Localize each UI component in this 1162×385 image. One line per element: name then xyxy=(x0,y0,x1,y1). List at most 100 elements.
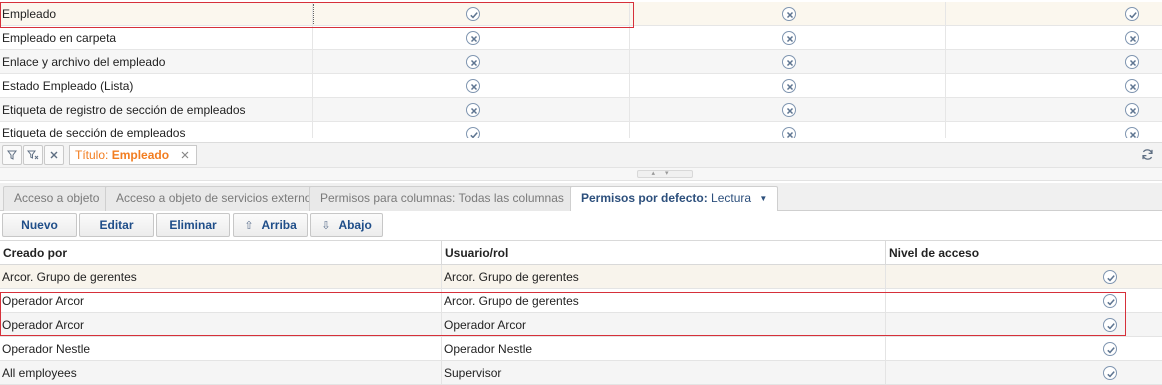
tab-value: Todas las columnas xyxy=(458,191,564,205)
edit-button[interactable]: Editar xyxy=(79,213,154,237)
clear-filter-button[interactable] xyxy=(23,145,43,165)
perm-cell-2[interactable] xyxy=(630,2,946,26)
object-name: Etiqueta de sección de empleados xyxy=(0,122,313,138)
check-icon xyxy=(466,127,480,138)
grid-row[interactable]: Etiqueta de sección de empleados xyxy=(0,122,1162,138)
check-icon xyxy=(466,7,480,21)
perm-cell-3[interactable] xyxy=(946,50,1162,74)
column-header-access-level[interactable]: Nivel de acceso xyxy=(886,241,1162,265)
grid-row[interactable]: Etiqueta de registro de sección de emple… xyxy=(0,98,1162,122)
perm-cell-2[interactable] xyxy=(630,122,946,138)
object-name: Estado Empleado (Lista) xyxy=(0,74,313,98)
filter-bar: Título: Empleado xyxy=(0,142,1162,168)
move-up-label: Arriba xyxy=(261,218,297,232)
object-name: Empleado xyxy=(0,2,313,26)
created-by-cell: Operador Nestle xyxy=(0,337,442,361)
perm-cell-2[interactable] xyxy=(630,50,946,74)
perm-cell-3[interactable] xyxy=(946,74,1162,98)
table-row[interactable]: Operador Arcor Arcor. Grupo de gerentes xyxy=(0,289,1162,313)
cross-icon xyxy=(782,103,796,117)
cross-icon xyxy=(782,127,796,138)
user-role-cell: Arcor. Grupo de gerentes xyxy=(442,289,886,313)
splitter-grip[interactable]: ▴▾ xyxy=(637,170,693,178)
perm-cell-2[interactable] xyxy=(630,98,946,122)
check-icon xyxy=(1103,318,1117,332)
table-row[interactable]: Arcor. Grupo de gerentes Arcor. Grupo de… xyxy=(0,265,1162,289)
funnel-icon xyxy=(7,150,17,160)
tab-column-permissions[interactable]: Permisos para columnas: Todas las column… xyxy=(309,186,592,211)
user-role-cell: Operador Arcor xyxy=(442,313,886,337)
created-by-cell: Operador Arcor xyxy=(0,313,442,337)
cross-icon xyxy=(466,103,480,117)
perm-cell-2[interactable] xyxy=(630,26,946,50)
cross-icon xyxy=(1125,31,1139,45)
tab-label: Permisos por defecto: xyxy=(581,191,708,205)
cross-icon xyxy=(466,79,480,93)
tab-strip: Acceso a objeto Acceso a objeto de servi… xyxy=(0,183,1162,212)
object-name: Etiqueta de registro de sección de emple… xyxy=(0,98,313,122)
refresh-icon[interactable] xyxy=(1140,148,1154,162)
perm-cell-3[interactable] xyxy=(946,2,1162,26)
cross-icon xyxy=(782,31,796,45)
created-by-cell: Arcor. Grupo de gerentes xyxy=(0,265,442,289)
funnel-clear-icon xyxy=(26,150,39,160)
check-icon xyxy=(1103,366,1117,380)
move-down-label: Abajo xyxy=(338,218,372,232)
check-icon xyxy=(1125,7,1139,21)
panel-splitter[interactable]: ▴▾ xyxy=(0,168,1162,181)
table-row[interactable]: Operador Arcor Operador Arcor xyxy=(0,313,1162,337)
tab-label: Acceso a objeto xyxy=(14,191,100,205)
perm-cell-1[interactable] xyxy=(314,122,630,138)
new-button[interactable]: Nuevo xyxy=(2,213,77,237)
grid-row-empleado[interactable]: Empleado xyxy=(0,2,1162,26)
toolbar: Nuevo Editar Eliminar ⇧ Arriba ⇩ Abajo xyxy=(0,211,1162,239)
user-role-cell: Supervisor xyxy=(442,361,886,385)
close-filter-button[interactable] xyxy=(44,145,64,165)
perm-cell-3[interactable] xyxy=(946,98,1162,122)
check-icon xyxy=(1103,294,1117,308)
perm-cell-1[interactable] xyxy=(314,2,630,26)
move-up-button[interactable]: ⇧ Arriba xyxy=(233,213,308,237)
check-icon xyxy=(1103,270,1117,284)
cross-icon xyxy=(1125,103,1139,117)
active-filter-chip[interactable]: Título: Empleado xyxy=(69,145,198,165)
remove-filter-icon[interactable] xyxy=(178,146,192,164)
table-row[interactable]: All employees Supervisor xyxy=(0,361,1162,385)
tab-label: Acceso a objeto de servicios externos xyxy=(116,191,318,205)
perm-cell-2[interactable] xyxy=(630,74,946,98)
grid-header: Creado por Usuario/rol Nivel de acceso xyxy=(0,240,1162,265)
grid-row[interactable]: Enlace y archivo del empleado xyxy=(0,50,1162,74)
tab-external-services-access[interactable]: Acceso a objeto de servicios externos xyxy=(105,186,329,211)
tab-value: Lectura xyxy=(711,191,752,205)
perm-cell-3[interactable] xyxy=(946,26,1162,50)
move-down-button[interactable]: ⇩ Abajo xyxy=(310,213,383,237)
column-header-created-by[interactable]: Creado por xyxy=(0,241,442,265)
filter-button[interactable] xyxy=(2,145,22,165)
perm-cell-3[interactable] xyxy=(946,122,1162,138)
grid-row[interactable]: Estado Empleado (Lista) xyxy=(0,74,1162,98)
cross-icon xyxy=(1125,55,1139,69)
delete-button[interactable]: Eliminar xyxy=(156,213,230,237)
tab-object-access[interactable]: Acceso a objeto xyxy=(3,186,111,211)
chevron-down-icon[interactable]: ▼ xyxy=(759,194,767,203)
perm-cell-1[interactable] xyxy=(314,74,630,98)
perm-cell-1[interactable] xyxy=(314,26,630,50)
cross-icon xyxy=(1125,79,1139,93)
check-icon xyxy=(1103,342,1117,356)
tab-label: Permisos para columnas: xyxy=(320,191,456,205)
perm-cell-1[interactable] xyxy=(314,50,630,74)
cross-icon xyxy=(782,55,796,69)
cross-icon xyxy=(466,55,480,69)
grid-row[interactable]: Empleado en carpeta xyxy=(0,26,1162,50)
access-level-cell xyxy=(886,337,1162,361)
column-header-user-role[interactable]: Usuario/rol xyxy=(442,241,886,265)
access-level-cell xyxy=(886,289,1162,313)
perm-cell-1[interactable] xyxy=(314,98,630,122)
user-role-cell: Arcor. Grupo de gerentes xyxy=(442,265,886,289)
arrow-up-icon: ⇧ xyxy=(244,220,254,232)
access-level-cell xyxy=(886,265,1162,289)
cross-icon xyxy=(782,79,796,93)
objects-grid: Empleado Empleado en carpeta Enlace y ar… xyxy=(0,2,1162,138)
tab-default-permissions[interactable]: Permisos por defecto: Lectura ▼ xyxy=(570,186,779,212)
table-row[interactable]: Operador Nestle Operador Nestle xyxy=(0,337,1162,361)
